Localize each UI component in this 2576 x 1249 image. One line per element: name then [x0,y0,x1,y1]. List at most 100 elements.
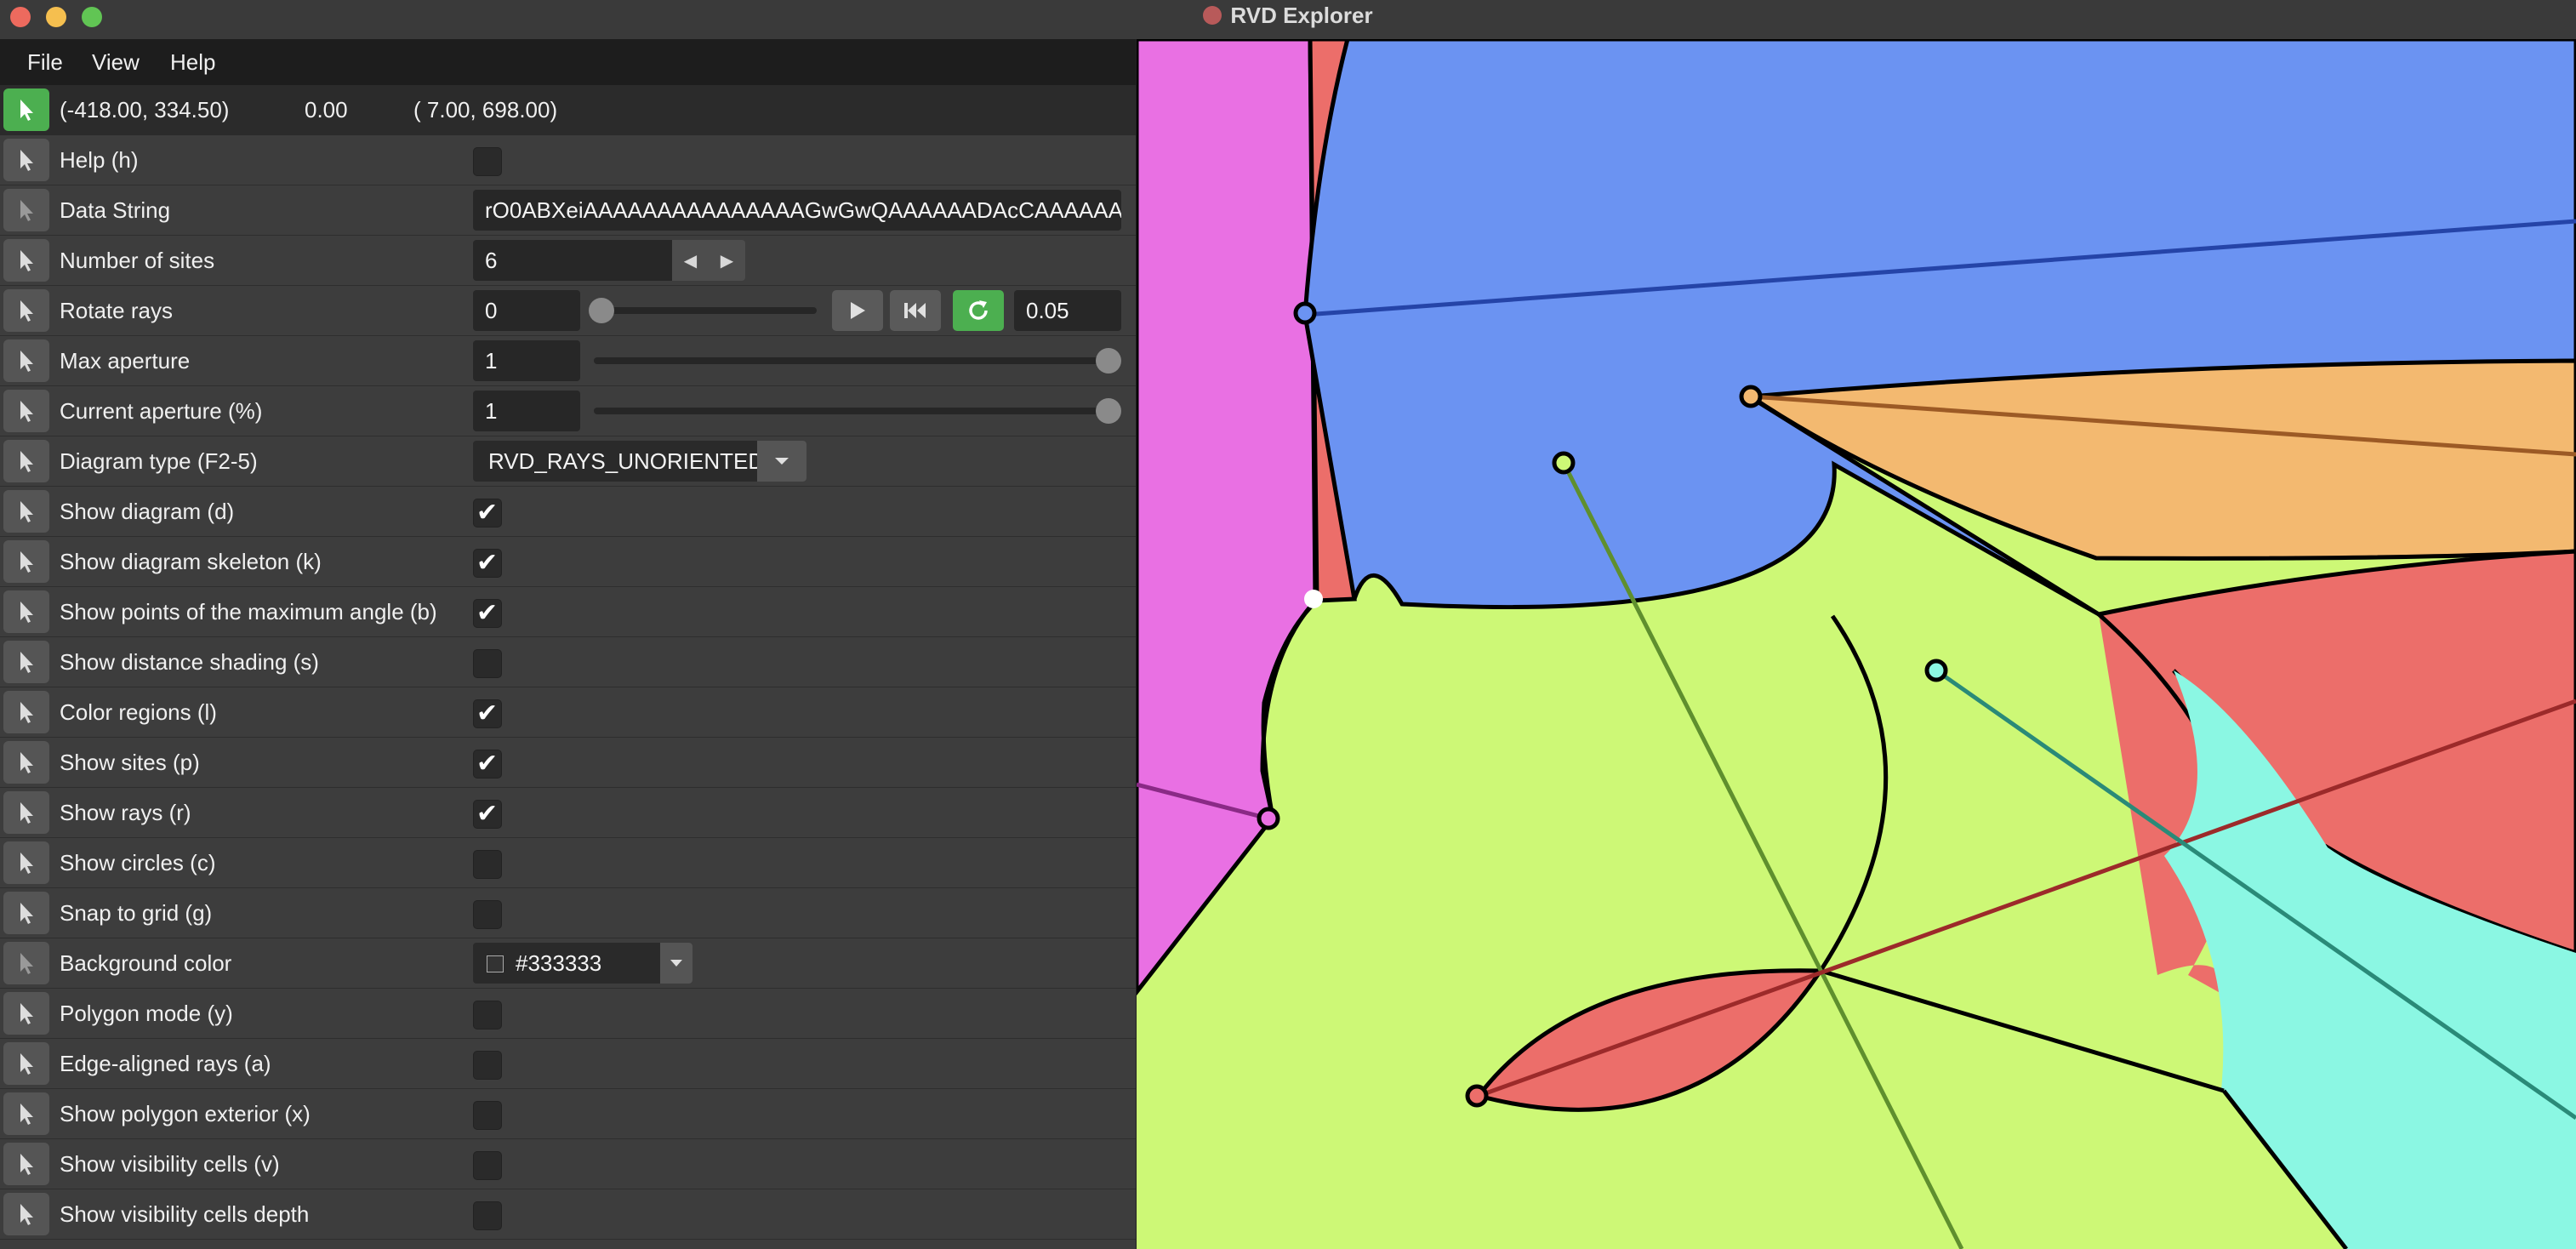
caret-left-icon[interactable]: ◀ [684,250,697,271]
rotate-rays-slider[interactable] [594,307,817,314]
number-of-sites-input[interactable]: 6 [473,240,672,281]
row-background-color: Background color #333333 [0,938,1136,989]
site-cyan[interactable] [1924,659,1948,682]
color-regions-checkbox[interactable]: ✔ [473,699,502,728]
visibility-cells-checkbox[interactable] [473,1151,502,1180]
row-cursor-button[interactable] [3,289,49,332]
row-cursor-button[interactable] [3,390,49,432]
show-shading-checkbox[interactable] [473,649,502,678]
polygon-mode-label: Polygon mode (y) [60,1001,233,1026]
row-rotate-rays: Rotate rays 0 0.05 [0,286,1136,336]
row-color-regions: Color regions (l) ✔ [0,687,1136,738]
row-cursor-button[interactable] [3,1143,49,1185]
refresh-button[interactable] [953,290,1004,331]
arrow-pointer-icon [20,1154,33,1175]
polygon-mode-checkbox[interactable] [473,1001,502,1029]
caret-right-icon[interactable]: ▶ [721,250,733,271]
arrow-pointer-icon [20,1104,33,1125]
rewind-button[interactable] [890,290,941,331]
row-cursor-button[interactable] [3,1092,49,1135]
max-aperture-slider[interactable] [594,357,1114,364]
play-button[interactable] [832,290,883,331]
row-cursor-button[interactable] [3,1193,49,1235]
row-cursor-button[interactable] [3,440,49,482]
arrow-pointer-icon [20,602,33,623]
caret-down-icon[interactable] [757,441,806,482]
edge-rays-checkbox[interactable] [473,1051,502,1080]
row-cursor-button[interactable] [3,490,49,533]
row-cursor-button[interactable] [3,139,49,181]
polygon-exterior-label: Show polygon exterior (x) [60,1101,311,1126]
data-string-label: Data String [60,197,171,223]
row-cursor-button[interactable] [3,992,49,1035]
control-panel: File View Help (-418.00, 334.50) 0.00 ( … [0,39,1136,1249]
arrow-pointer-icon [20,702,33,723]
rotate-rays-input[interactable]: 0 [473,290,580,331]
row-cursor-button[interactable] [3,590,49,633]
show-circles-label: Show circles (c) [60,850,216,875]
row-cursor-button[interactable] [3,691,49,733]
row-cursor-button[interactable] [3,339,49,382]
arrow-pointer-icon [20,551,33,573]
menu-file[interactable]: File [27,39,63,85]
show-skeleton-checkbox[interactable]: ✔ [473,549,502,578]
snap-grid-checkbox[interactable] [473,900,502,929]
polygon-exterior-checkbox[interactable] [473,1101,502,1130]
site-blue[interactable] [1293,301,1317,325]
show-sites-checkbox[interactable]: ✔ [473,750,502,778]
row-cursor-button[interactable] [3,741,49,784]
number-of-sites-stepper[interactable]: ◀ ▶ [672,240,745,281]
show-diagram-label: Show diagram (d) [60,499,235,524]
visibility-depth-checkbox[interactable] [473,1201,502,1230]
row-cursor-button[interactable] [3,1042,49,1085]
arrow-pointer-icon [20,501,33,522]
diagram-type-label: Diagram type (F2-5) [60,448,258,474]
row-edge-rays: Edge-aligned rays (a) [0,1039,1136,1089]
site-orange[interactable] [1739,385,1763,408]
show-circles-checkbox[interactable] [473,850,502,879]
menu-help[interactable]: Help [170,39,215,85]
background-color-picker[interactable]: #333333 [473,943,692,984]
checkmark-icon: ✔ [476,749,499,778]
row-cursor-button[interactable] [3,540,49,583]
max-aperture-slider-knob[interactable] [1096,348,1121,374]
color-regions-label: Color regions (l) [60,699,217,725]
row-cursor-button[interactable] [3,942,49,984]
diagram-type-select[interactable]: RVD_RAYS_UNORIENTED [473,441,806,482]
row-cursor-button[interactable] [3,892,49,934]
row-cursor-button[interactable] [3,189,49,231]
row-cursor-button[interactable] [3,239,49,282]
show-diagram-checkbox[interactable]: ✔ [473,499,502,528]
cursor-tool-button[interactable] [3,88,49,131]
row-cursor-button[interactable] [3,641,49,683]
help-checkbox[interactable] [473,147,502,176]
diagram-svg[interactable] [1137,39,2576,1249]
current-aperture-slider-knob[interactable] [1096,398,1121,424]
app-icon [1203,6,1222,25]
row-cursor-button[interactable] [3,841,49,884]
caret-down-icon[interactable] [660,943,692,984]
row-data-string: Data String rO0ABXeiAAAAAAAAAAAAAAAGwGwQ… [0,185,1136,236]
rotate-speed-input[interactable]: 0.05 [1014,290,1121,331]
current-aperture-slider[interactable] [594,408,1114,414]
arrow-pointer-icon [20,903,33,924]
rotate-rays-label: Rotate rays [60,298,173,323]
diagram-canvas[interactable] [1137,39,2576,1249]
arrow-pointer-icon [20,953,33,974]
current-aperture-input[interactable]: 1 [473,391,580,431]
site-lime[interactable] [1552,451,1576,475]
row-diagram-type: Diagram type (F2-5) RVD_RAYS_UNORIENTED [0,436,1136,487]
checkmark-icon: ✔ [476,548,499,578]
data-string-input[interactable]: rO0ABXeiAAAAAAAAAAAAAAAGwGwQAAAAAADAcCAA… [473,190,1121,231]
row-cursor-button[interactable] [3,791,49,834]
show-rays-checkbox[interactable]: ✔ [473,800,502,829]
row-visibility-depth: Show visibility cells depth [0,1189,1136,1240]
max-aperture-input[interactable]: 1 [473,340,580,381]
menu-view[interactable]: View [92,39,140,85]
show-skeleton-label: Show diagram skeleton (k) [60,549,322,574]
arrow-pointer-icon [20,451,33,472]
rotate-rays-slider-knob[interactable] [589,298,614,323]
site-red[interactable] [1465,1084,1489,1108]
show-max-angle-checkbox[interactable]: ✔ [473,599,502,628]
site-magenta[interactable] [1257,807,1280,830]
